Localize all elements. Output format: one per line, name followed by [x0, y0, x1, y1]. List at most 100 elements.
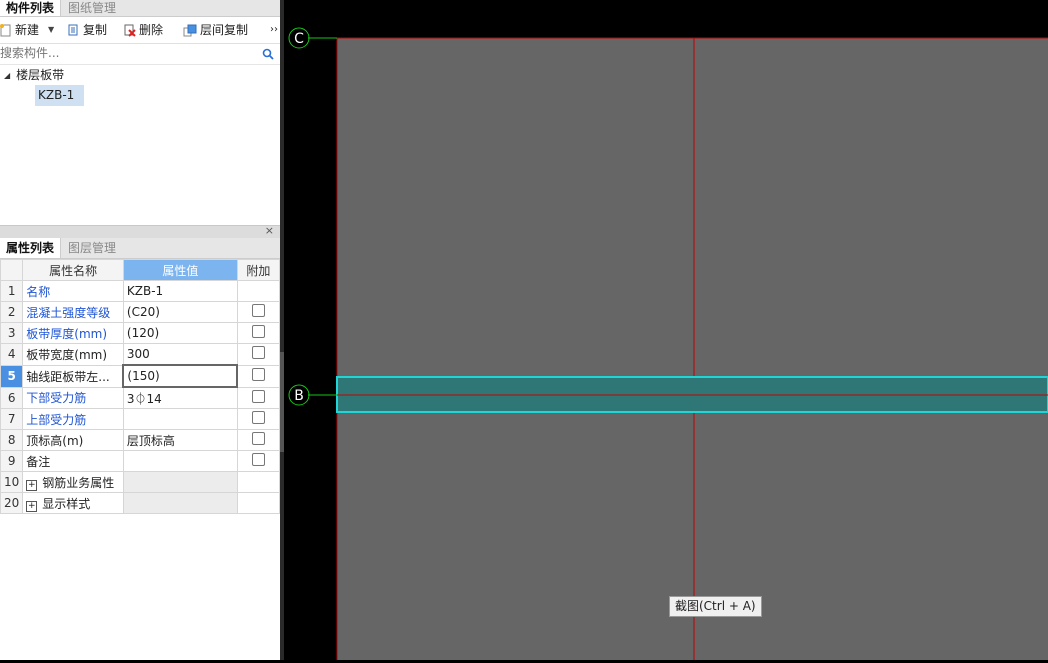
- delete-icon: [124, 24, 136, 37]
- row-number: 5: [0, 364, 24, 388]
- extra-checkbox[interactable]: [252, 368, 266, 381]
- property-value[interactable]: 层顶标高: [122, 429, 238, 451]
- panel-splitter[interactable]: ×: [0, 224, 280, 238]
- table-row[interactable]: 3 板带厚度(mm) (120): [0, 322, 281, 344]
- row-number: 1: [0, 280, 24, 302]
- table-row[interactable]: 8 顶标高(m) 层顶标高: [0, 429, 281, 451]
- floor-copy-button[interactable]: 层间复制: [183, 21, 248, 39]
- property-name: 轴线距板带左...: [22, 364, 124, 388]
- tree-node-floor-slab-band[interactable]: ◢ 楼层板带: [4, 67, 64, 84]
- row-number: 6: [0, 386, 24, 409]
- property-value[interactable]: 3⏀14: [122, 386, 238, 409]
- chevron-down-icon[interactable]: ▼: [48, 21, 54, 39]
- extra-cell: [236, 429, 281, 451]
- more-tools-button[interactable]: ››: [270, 21, 278, 39]
- search-input[interactable]: [0, 45, 250, 61]
- property-value[interactable]: (120): [122, 322, 238, 344]
- row-number: 4: [0, 343, 24, 366]
- extra-cell: [236, 408, 281, 430]
- left-panel: 构件列表 图纸管理 新建 ▼ 复制 删除 层间复制 ›› ◢ 楼层板带 K: [0, 0, 281, 660]
- extra-cell: [236, 322, 281, 344]
- tab-layer-management[interactable]: 图层管理: [62, 238, 122, 258]
- property-name: 名称: [22, 280, 124, 302]
- table-row[interactable]: 9 备注: [0, 450, 281, 472]
- property-value: [122, 471, 238, 493]
- header-extra: 附加: [236, 259, 281, 281]
- table-row[interactable]: 2 混凝土强度等级 (C20): [0, 301, 281, 323]
- property-value[interactable]: [122, 450, 238, 472]
- drawing-canvas[interactable]: C B: [284, 0, 1048, 660]
- search-icon[interactable]: [262, 48, 274, 60]
- component-tabs: 构件列表 图纸管理: [0, 0, 280, 17]
- property-value[interactable]: (C20): [122, 301, 238, 323]
- new-button[interactable]: 新建 ▼: [0, 21, 54, 39]
- copy-button[interactable]: 复制: [68, 21, 107, 39]
- tree-node-kzb-1[interactable]: KZB-1: [35, 85, 84, 106]
- header-rownum: [0, 259, 24, 281]
- property-name: 顶标高(m): [22, 429, 124, 451]
- group-label: 钢筋业务属性: [42, 475, 115, 490]
- tree-root-label: 楼层板带: [16, 68, 65, 82]
- property-value[interactable]: 300: [122, 343, 238, 366]
- close-icon[interactable]: ×: [265, 224, 274, 237]
- extra-checkbox[interactable]: [251, 304, 265, 317]
- drawing-area: [337, 38, 1048, 660]
- property-value-editing[interactable]: (150): [122, 364, 239, 388]
- floor-copy-icon: [183, 24, 197, 36]
- extra-cell: [236, 343, 281, 366]
- tab-component-list[interactable]: 构件列表: [0, 0, 62, 16]
- expand-plus-icon[interactable]: +: [26, 500, 38, 512]
- extra-checkbox[interactable]: [251, 389, 265, 403]
- property-value[interactable]: KZB-1: [122, 280, 238, 302]
- component-toolbar: 新建 ▼ 复制 删除 层间复制 ››: [0, 16, 280, 44]
- property-name: 下部受力筋: [22, 386, 124, 409]
- property-name: + 钢筋业务属性: [22, 471, 124, 493]
- delete-button[interactable]: 删除: [124, 21, 163, 39]
- expand-plus-icon[interactable]: +: [26, 479, 38, 491]
- row-number: 10: [0, 471, 24, 493]
- row-number: 2: [0, 301, 24, 323]
- expand-triangle-icon[interactable]: ◢: [4, 67, 10, 84]
- header-property-name: 属性名称: [22, 259, 124, 281]
- extra-checkbox[interactable]: [251, 411, 265, 424]
- property-name: 板带宽度(mm): [22, 343, 124, 366]
- extra-checkbox[interactable]: [251, 432, 265, 445]
- property-value[interactable]: [122, 408, 238, 430]
- axis-c-label: C: [294, 31, 304, 47]
- delete-label: 删除: [139, 23, 164, 37]
- property-name: 混凝土强度等级: [22, 301, 124, 323]
- table-row[interactable]: 1 名称 KZB-1: [0, 280, 281, 302]
- extra-cell: [236, 364, 281, 388]
- axis-b-label: B: [294, 388, 304, 404]
- extra-checkbox[interactable]: [251, 346, 265, 360]
- component-search: [0, 44, 280, 65]
- copy-label: 复制: [83, 23, 108, 37]
- extra-checkbox[interactable]: [251, 325, 265, 338]
- tab-drawing-management[interactable]: 图纸管理: [62, 0, 122, 16]
- property-name: 板带厚度(mm): [22, 322, 124, 344]
- row-number: 3: [0, 322, 24, 344]
- extra-cell: [236, 492, 281, 514]
- table-group-row[interactable]: 20 + 显示样式: [0, 492, 281, 514]
- property-tabs: 属性列表 图层管理: [0, 238, 280, 259]
- group-label: 显示样式: [42, 496, 91, 511]
- property-table: 属性名称 属性值 附加 1 名称 KZB-1 2 混凝土强度等级 (C20) 3…: [0, 259, 281, 514]
- extra-checkbox[interactable]: [251, 453, 265, 466]
- screenshot-tooltip: 截图(Ctrl + A): [669, 596, 762, 617]
- new-doc-icon: [0, 23, 11, 36]
- row-number: 9: [0, 450, 24, 472]
- extra-cell: [236, 471, 281, 493]
- copy-icon: [68, 24, 78, 35]
- table-row-selected[interactable]: 5 轴线距板带左... (150): [0, 364, 281, 388]
- row-number: 7: [0, 408, 24, 430]
- tab-property-list[interactable]: 属性列表: [0, 238, 62, 258]
- property-name: 上部受力筋: [22, 408, 124, 430]
- table-group-row[interactable]: 10 + 钢筋业务属性: [0, 471, 281, 493]
- table-row[interactable]: 7 上部受力筋: [0, 408, 281, 430]
- property-value: [122, 492, 238, 514]
- table-row[interactable]: 6 下部受力筋 3⏀14: [0, 386, 281, 409]
- property-table-header: 属性名称 属性值 附加: [0, 259, 281, 281]
- table-row[interactable]: 4 板带宽度(mm) 300: [0, 343, 281, 366]
- extra-cell: [236, 280, 281, 302]
- extra-cell: [236, 450, 281, 472]
